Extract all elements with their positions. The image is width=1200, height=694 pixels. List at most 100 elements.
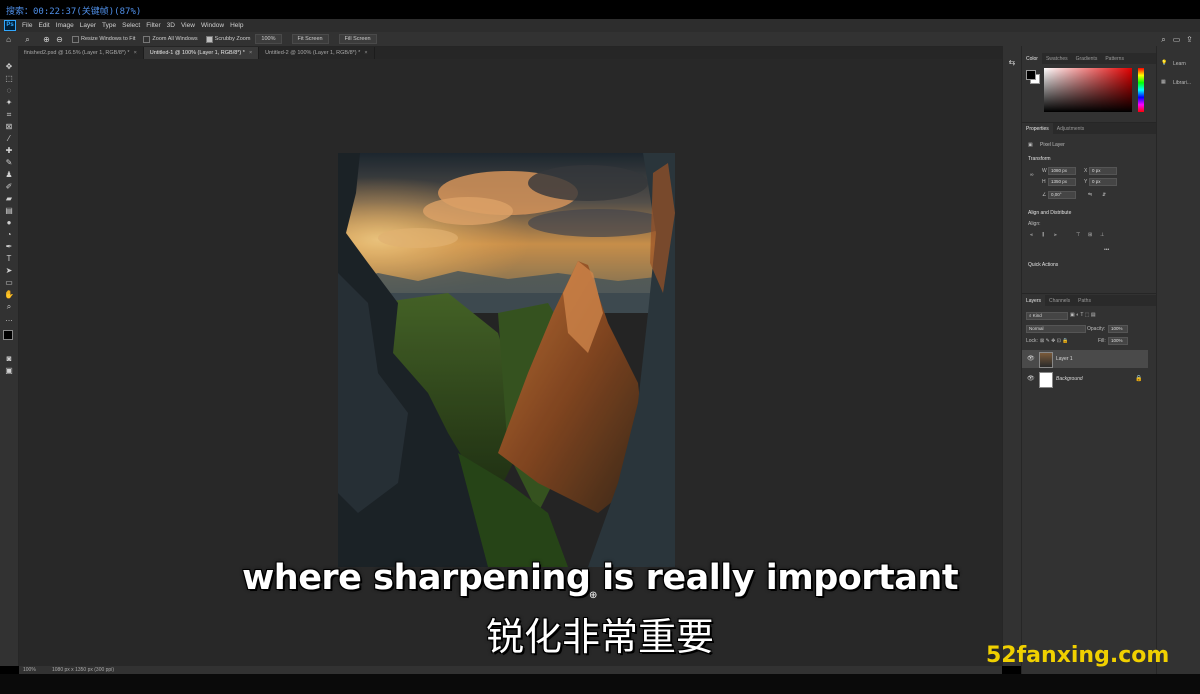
gradient-tool-icon[interactable]: ▤ [4,206,14,215]
menu-type[interactable]: Type [99,22,119,29]
tab-finished2[interactable]: finished2.psd @ 16.5% (Layer 1, RGB/8*) … [18,47,144,59]
layer-name[interactable]: Layer 1 [1056,356,1073,362]
fit-screen-button[interactable]: Fit Screen [291,34,329,44]
menu-help[interactable]: Help [227,22,246,29]
dodge-tool-icon[interactable]: ◔ [4,230,14,239]
eyedropper-tool-icon[interactable]: ⁄ [4,134,14,143]
zoom-out-icon[interactable]: ⊖ [55,35,64,44]
fill-screen-button[interactable]: Fill Screen [338,34,377,44]
tab-swatches[interactable]: Swatches [1042,53,1072,64]
history-brush-tool-icon[interactable]: ✐ [4,182,14,191]
home-icon[interactable]: ⌂ [4,35,13,44]
flip-horizontal-icon[interactable]: ⇋ [1088,192,1092,198]
search-icon[interactable]: ⌕ [1159,35,1168,44]
menu-select[interactable]: Select [119,22,143,29]
share-icon[interactable]: ⇪ [1185,35,1194,44]
zoom-tool-icon[interactable]: ⌕ [23,35,32,44]
menu-window[interactable]: Window [198,22,227,29]
zoom-all-checkbox[interactable]: Zoom All Windows [143,35,198,43]
foreground-color-swatch[interactable] [3,330,13,340]
opacity-field[interactable]: 100% [1108,325,1128,333]
close-icon[interactable]: × [249,50,252,56]
rectangle-tool-icon[interactable]: ▭ [4,278,14,287]
libraries-label[interactable]: Librari... [1173,80,1191,86]
hand-tool-icon[interactable]: ✋ [4,290,14,299]
hue-slider[interactable] [1138,68,1144,112]
tab-channels[interactable]: Channels [1045,295,1074,306]
marquee-tool-icon[interactable]: ⬚ [4,74,14,83]
width-field[interactable]: 1080 px [1048,167,1076,175]
align-right-icon[interactable]: ⫸ [1054,232,1057,238]
zoom-in-icon[interactable]: ⊕ [42,35,51,44]
history-panel-icon[interactable]: ⇆ [1007,58,1017,67]
healing-brush-tool-icon[interactable]: ✚ [4,146,14,155]
tab-properties[interactable]: Properties [1022,123,1053,134]
frame-tool-icon[interactable]: ⊠ [4,122,14,131]
align-center-icon[interactable]: ⫼ [1042,232,1044,238]
close-icon[interactable]: × [134,50,137,56]
tab-gradients[interactable]: Gradients [1072,53,1102,64]
learn-icon[interactable]: 💡 [1161,60,1167,66]
menu-view[interactable]: View [178,22,198,29]
clone-stamp-tool-icon[interactable]: ♟ [4,170,14,179]
move-tool-icon[interactable]: ✥ [4,62,14,71]
tab-untitled-1[interactable]: Untitled-1 @ 100% (Layer 1, RGB/8*) * × [143,47,260,59]
zoom-tool-icon[interactable]: ⌕ [4,302,14,311]
link-icon[interactable]: ∞ [1030,172,1034,178]
angle-field[interactable]: 0,00° [1048,191,1076,199]
y-field[interactable]: 0 px [1089,178,1117,186]
tab-patterns[interactable]: Patterns [1101,53,1128,64]
document-image[interactable] [338,153,675,567]
crop-tool-icon[interactable]: ⌗ [4,110,14,119]
color-foreground-swatch[interactable] [1026,70,1036,80]
status-zoom[interactable]: 100% [23,667,36,673]
x-field[interactable]: 0 px [1089,167,1117,175]
close-icon[interactable]: × [364,50,367,56]
menu-edit[interactable]: Edit [35,22,52,29]
libraries-icon[interactable]: ▦ [1161,79,1166,85]
eye-icon[interactable]: 👁 [1027,355,1035,362]
transform-section-title[interactable]: Transform [1028,156,1051,162]
tab-untitled-2[interactable]: Untitled-2 @ 100% (Layer 1, RGB/8*) * × [259,47,375,59]
lock-icons[interactable]: ⊠ ✎ ✥ ⊡ 🔒 [1040,338,1069,344]
layer-filter-icons[interactable]: ▣ ◐ T ⬚ ▤ [1070,312,1096,318]
resize-windows-checkbox[interactable]: Resize Windows to Fit [72,35,135,43]
menu-3d[interactable]: 3D [164,22,178,29]
tab-adjustments[interactable]: Adjustments [1053,123,1089,134]
height-field[interactable]: 1350 px [1048,178,1076,186]
flip-vertical-icon[interactable]: ⇵ [1102,192,1106,198]
align-middle-icon[interactable]: ⊞ [1088,232,1092,238]
blur-tool-icon[interactable]: ● [4,218,14,227]
align-left-icon[interactable]: ⫷ [1030,232,1033,238]
lasso-tool-icon[interactable]: ◌ [4,86,14,95]
quick-mask-icon[interactable]: ◙ [4,354,14,363]
color-field[interactable] [1044,68,1132,112]
layer-kind-filter[interactable]: ⌕ Kind [1026,312,1068,320]
quick-actions-title[interactable]: Quick Actions [1028,262,1058,268]
type-tool-icon[interactable]: T [4,254,14,263]
more-options-button[interactable]: ••• [1104,247,1109,253]
path-selection-tool-icon[interactable]: ➤ [4,266,14,275]
eye-icon[interactable]: 👁 [1027,375,1035,382]
align-bottom-icon[interactable]: ⊥ [1100,232,1104,238]
pen-tool-icon[interactable]: ✒ [4,242,14,251]
zoom-100-button[interactable]: 100% [255,34,282,44]
menu-file[interactable]: File [19,22,35,29]
brush-tool-icon[interactable]: ✎ [4,158,14,167]
tab-paths[interactable]: Paths [1074,295,1095,306]
tab-color[interactable]: Color [1022,53,1042,64]
magic-wand-tool-icon[interactable]: ✦ [4,98,14,107]
eraser-tool-icon[interactable]: ▰ [4,194,14,203]
align-top-icon[interactable]: ⊤ [1076,232,1080,238]
workspace-icon[interactable]: ▭ [1172,35,1181,44]
menu-filter[interactable]: Filter [143,22,163,29]
blend-mode-select[interactable]: Normal [1026,325,1086,333]
layer-name[interactable]: Background [1056,376,1083,382]
layer-row-background[interactable]: 👁 Background 🔒 [1022,370,1148,388]
learn-label[interactable]: Learn [1173,61,1186,67]
menu-image[interactable]: Image [53,22,77,29]
layer-row-layer-1[interactable]: 👁 Layer 1 [1022,350,1148,368]
scrubby-zoom-checkbox[interactable]: Scrubby Zoom [205,35,250,43]
align-section-title[interactable]: Align and Distribute [1028,210,1071,216]
screen-mode-icon[interactable]: ▣ [4,366,14,375]
